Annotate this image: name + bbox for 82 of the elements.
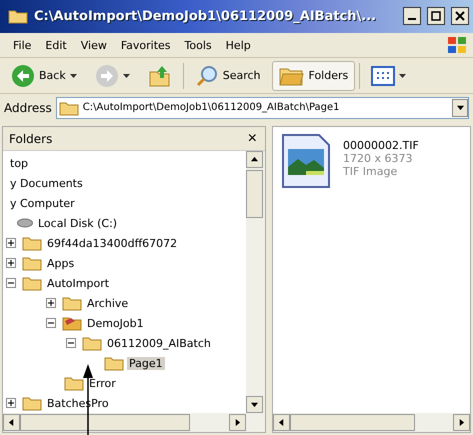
collapse-toggle[interactable] [66,338,76,348]
drive-icon [17,218,33,228]
tree-item[interactable]: AutoImport [45,276,112,290]
image-file-icon[interactable] [281,133,331,189]
horizontal-scrollbar[interactable] [3,413,265,432]
horizontal-scrollbar[interactable] [273,413,470,432]
plus-icon [48,300,54,306]
collapse-toggle[interactable] [46,318,56,328]
address-label: Address [4,100,52,115]
down-triangle-icon [251,401,258,408]
menu-item[interactable]: Edit [38,36,74,54]
tree-item[interactable]: Archive [85,296,130,310]
maximize-button[interactable] [427,7,445,26]
collapse-toggle[interactable] [6,278,16,288]
file-name[interactable]: 00000002.TIF [343,139,419,152]
folder-up-icon [148,64,172,88]
expand-toggle[interactable] [6,398,16,408]
right-triangle-icon [458,419,465,426]
menu-item[interactable]: Tools [178,36,219,54]
close-icon [455,11,465,22]
folders-button[interactable]: Folders [272,60,356,91]
folder-icon [62,295,82,311]
folder-icon [8,8,28,24]
menu-item[interactable]: File [6,36,38,54]
plus-icon [8,400,14,406]
windows-flag-icon [447,35,467,55]
expand-toggle[interactable] [6,238,16,248]
folder-icon [22,255,42,271]
plus-icon [8,260,14,266]
expand-toggle[interactable] [6,258,16,268]
close-button[interactable] [451,7,469,26]
menu-item[interactable]: View [74,36,114,54]
left-triangle-icon [8,419,15,426]
caret-icon[interactable] [122,74,130,78]
back-button[interactable]: Back [4,60,84,91]
minimize-button[interactable] [403,7,421,26]
minus-icon [68,340,74,346]
tree-item[interactable]: y Documents [8,176,85,190]
file-dimensions: 1720 x 6373 [343,152,414,165]
down-triangle-icon [456,104,464,112]
tree-item[interactable]: 69f44da13400dff67072 [45,236,180,250]
minus-icon [48,320,54,326]
vertical-scrollbar[interactable] [246,151,265,413]
up-triangle-icon [251,156,258,163]
search-button[interactable]: Search [188,60,268,91]
tree-item[interactable]: Local Disk (C:) [36,216,120,230]
scrollbar-thumb[interactable] [246,170,263,218]
plus-icon [8,240,14,246]
pane-title: Folders [9,132,52,146]
expand-toggle[interactable] [46,298,56,308]
views-icon [371,66,396,86]
folder-icon [104,355,124,371]
address-field[interactable]: C:\AutoImport\DemoJob1\06112009_AIBatch\Page1 [56,96,469,119]
folder-icon [64,375,84,391]
right-triangle-icon [234,419,241,426]
menu-item[interactable]: Favorites [114,36,178,54]
maximize-icon [431,11,441,22]
search-icon [194,64,219,88]
scrollbar-thumb[interactable] [290,414,415,431]
file-type: TIF Image [343,165,398,178]
tree-item[interactable]: DemoJob1 [85,316,146,330]
tree-item[interactable]: 06112009_AIBatch [105,336,213,350]
left-triangle-icon [278,419,285,426]
caret-icon[interactable] [70,74,77,78]
folder-icon [22,235,42,251]
dropdown-button[interactable] [452,98,468,117]
close-pane-button[interactable]: × [246,130,259,148]
minus-icon [8,280,14,286]
tree-item[interactable]: Page1 [127,356,165,370]
tree-item[interactable]: top [8,156,30,170]
tree-item[interactable]: Error [87,376,118,390]
window-title: C:\AutoImport\DemoJob1\06112009_AIBatch\... [34,8,378,24]
folder-icon [58,100,79,116]
caret-icon[interactable] [399,74,406,78]
folder-icon [22,395,42,411]
folder-icon [82,335,102,351]
open-folder-icon [62,315,82,331]
tree-item[interactable]: y Computer [8,196,77,210]
tree-item[interactable]: Apps [45,256,76,270]
scrollbar-thumb[interactable] [20,414,190,431]
folder-icon [22,275,42,291]
menu-item[interactable]: Help [218,36,258,54]
